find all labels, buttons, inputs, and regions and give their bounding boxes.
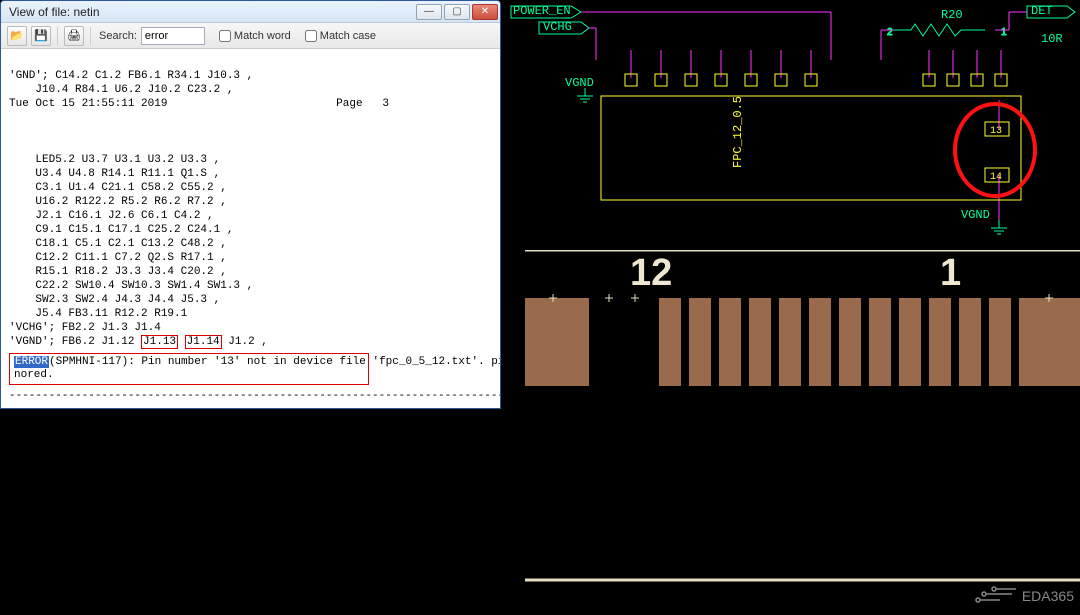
footprint [525, 250, 1080, 450]
net-vgnd-left: VGND [565, 76, 594, 90]
save-icon[interactable]: 💾 [31, 26, 51, 46]
search-input[interactable] [141, 27, 205, 45]
boxed-pin-13: J1.13 [141, 335, 178, 349]
connector-pins-top [625, 74, 1007, 86]
net-vgnd-right: VGND [961, 208, 990, 222]
toolbar: 📂 💾 🖨 Search: Match word Match case [1, 23, 500, 49]
file-viewer-window[interactable]: View of file: netin — ▢ ✕ 📂 💾 🖨 Search: … [0, 0, 501, 409]
window-title: View of file: netin [9, 5, 416, 19]
gnd-left [577, 88, 593, 102]
close-button[interactable]: ✕ [472, 4, 498, 20]
titlebar[interactable]: View of file: netin — ▢ ✕ [1, 1, 500, 23]
file-content[interactable]: 'GND'; C14.2 C1.2 FB6.1 R34.1 J10.3 , J1… [1, 49, 500, 406]
svg-text:1: 1 [1001, 27, 1007, 38]
print-icon[interactable]: 🖨 [64, 26, 84, 46]
val-r20: 10R [1041, 32, 1063, 46]
resistor-r20: 2 1 [887, 24, 1007, 38]
boxed-pin-14: J1.14 [185, 335, 222, 349]
watermark: EDA365 [972, 586, 1074, 606]
part-name: FPC_12_0.5 [731, 96, 745, 168]
search-label: Search: [99, 30, 137, 42]
connector-body [601, 96, 1021, 200]
open-icon[interactable]: 📂 [7, 26, 27, 46]
pin-14-label: 14 [990, 172, 1002, 183]
gnd-right [991, 220, 1007, 234]
matchword-checkbox[interactable]: Match word [219, 30, 291, 42]
svg-text:2: 2 [887, 27, 893, 38]
wires [581, 12, 1027, 220]
refdes-r20: R20 [941, 8, 963, 22]
matchcase-checkbox[interactable]: Match case [305, 30, 376, 42]
minimize-button[interactable]: — [416, 4, 442, 20]
error-highlight: ERROR [14, 356, 49, 368]
maximize-button[interactable]: ▢ [444, 4, 470, 20]
error-box-1: ERROR(SPMHNI-117): Pin number '13' not i… [9, 353, 369, 385]
pin-13-label: 13 [990, 126, 1002, 137]
